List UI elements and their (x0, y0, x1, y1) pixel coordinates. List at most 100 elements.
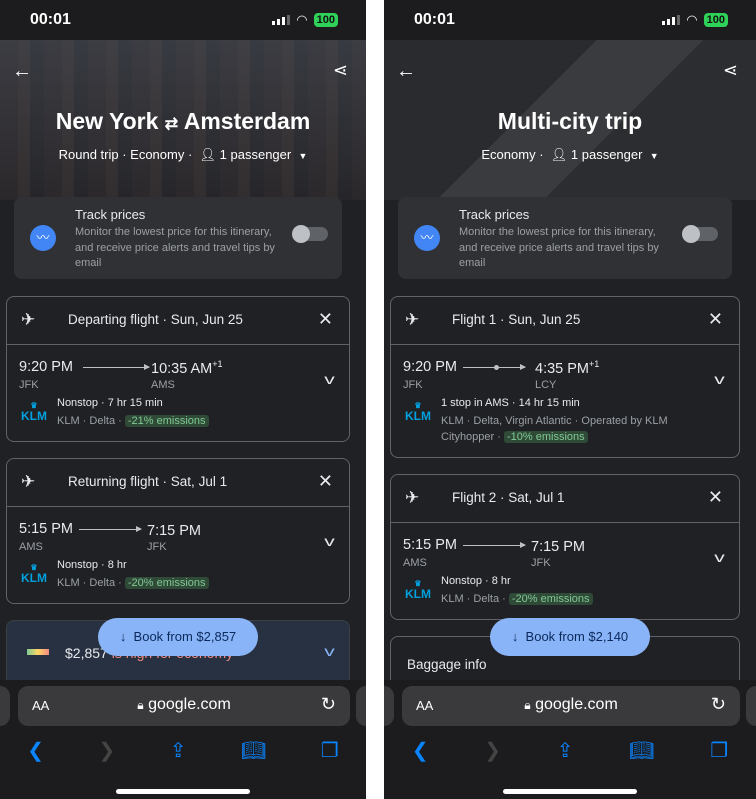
flight-arrow (83, 364, 150, 370)
chevron-down-icon[interactable]: v (714, 371, 725, 387)
arrival-time-text: 7:15 PM (147, 522, 201, 539)
cellular-signal-icon (272, 15, 291, 25)
chevron-down-icon[interactable]: v (324, 643, 335, 659)
trend-icon: 〰 (414, 225, 440, 251)
flight-card[interactable]: ✈ Flight 1 · Sun, Jun 25 ✕ 9:20 PM 4:35 … (390, 296, 740, 458)
departure-time: 9:20 PM (403, 359, 457, 375)
cabin-class[interactable]: Economy (130, 147, 184, 162)
status-bar: 00:01 ◠ 100 (0, 0, 366, 40)
back-icon[interactable]: ❮ (412, 738, 429, 763)
arrival-time: 4:35 PM+1 (535, 359, 599, 377)
close-icon[interactable]: ✕ (708, 487, 723, 508)
chevron-down-icon[interactable]: v (714, 549, 725, 565)
departure-time: 5:15 PM (403, 537, 457, 553)
url-domain: google.com (148, 696, 231, 713)
trip-options[interactable]: Round trip · Economy · 👤︎ 1 passenger ▼ (0, 147, 366, 163)
arrival-airport: LCY (535, 379, 557, 391)
page-title: Multi-city trip (384, 108, 756, 135)
track-prices-title: Track prices (459, 207, 530, 222)
share-icon[interactable]: ⋖ (723, 60, 738, 81)
klm-logo: ♛ KLM (21, 401, 47, 423)
landing-plane-icon: ✈ (21, 472, 36, 491)
cellular-signal-icon (662, 15, 681, 25)
battery-indicator: 100 (313, 13, 338, 27)
track-prices-card: 〰 Track prices Monitor the lowest price … (14, 197, 342, 279)
flight-card[interactable]: ✈ Returning flight · Sat, Jul 1 ✕ 5:15 P… (6, 458, 350, 604)
arrival-time-text: 4:35 PM (535, 360, 589, 377)
airlines: KLM · Delta · (57, 577, 125, 589)
tabs-icon[interactable]: ❐ (710, 738, 728, 763)
trip-options[interactable]: Economy · 👤︎ 1 passenger ▼ (384, 147, 756, 163)
arrival-time: 7:15 PM (147, 521, 201, 539)
klm-logo: ♛ KLM (21, 563, 47, 585)
arrival-airport: AMS (151, 379, 175, 391)
flight-arrow (463, 542, 526, 548)
chevron-down-icon[interactable]: v (324, 371, 335, 387)
track-prices-toggle[interactable] (292, 225, 328, 243)
book-button[interactable]: ↓ Book from $2,140 (490, 618, 650, 656)
adjacent-tab[interactable] (356, 686, 366, 726)
status-bar: 00:01 ◠ 100 (384, 0, 756, 40)
hero-banner: ← ⋖ Multi-city trip Economy · 👤︎ 1 passe… (384, 40, 756, 200)
plus-day: +1 (589, 359, 600, 369)
back-icon[interactable]: ❮ (27, 738, 44, 763)
dropdown-icon[interactable]: ▼ (298, 151, 307, 161)
close-icon[interactable]: ✕ (708, 309, 723, 330)
back-arrow-icon[interactable]: ← (396, 60, 416, 83)
share-icon[interactable]: ⇪ (170, 738, 187, 763)
passenger-count[interactable]: 1 passenger (571, 147, 643, 162)
reload-icon[interactable]: ↻ (321, 694, 336, 715)
share-icon[interactable]: ⇪ (557, 738, 574, 763)
bookmarks-icon[interactable]: 📖︎ (629, 738, 654, 763)
dropdown-icon[interactable]: ▼ (650, 151, 659, 161)
track-prices-title: Track prices (75, 207, 146, 222)
takeoff-plane-icon: ✈ (405, 310, 420, 329)
forward-icon[interactable]: ❯ (98, 738, 115, 763)
departure-airport: AMS (403, 557, 427, 569)
browser-toolbar: AA 🔒︎ google.com ↻ ❮ ❯ ⇪ 📖︎ ❐ (0, 680, 366, 799)
close-icon[interactable]: ✕ (318, 471, 333, 492)
trip-type[interactable]: Round trip (59, 147, 119, 162)
passenger-count[interactable]: 1 passenger (220, 147, 292, 162)
tabs-icon[interactable]: ❐ (321, 738, 339, 763)
browser-nav: ❮ ❯ ⇪ 📖︎ ❐ (384, 738, 756, 763)
track-prices-toggle[interactable] (682, 225, 718, 243)
adjacent-tab[interactable] (0, 686, 10, 726)
flight-header: Flight 2 · Sat, Jul 1 (452, 490, 565, 505)
emissions-badge: -21% emissions (124, 415, 209, 427)
book-label: Book from $2,140 (525, 629, 629, 644)
reload-icon[interactable]: ↻ (711, 694, 726, 715)
takeoff-plane-icon: ✈ (21, 310, 36, 329)
back-arrow-icon[interactable]: ← (12, 60, 32, 83)
person-icon: 👤︎ (550, 147, 568, 162)
emissions-badge: -20% emissions (124, 577, 209, 589)
book-button[interactable]: ↓ Book from $2,857 (98, 618, 258, 656)
adjacent-tab[interactable] (384, 686, 394, 726)
trend-icon: 〰 (30, 225, 56, 251)
status-time: 00:01 (414, 11, 455, 28)
cabin-class[interactable]: Economy (481, 147, 535, 162)
klm-logo: ♛ KLM (405, 401, 431, 423)
browser-toolbar: AA 🔒︎ google.com ↻ ❮ ❯ ⇪ 📖︎ ❐ (384, 680, 756, 799)
hero-banner: ← ⋖ New York ⇄ Amsterdam Round trip · Ec… (0, 40, 366, 200)
home-indicator (503, 789, 637, 794)
flight-card[interactable]: ✈ Flight 2 · Sat, Jul 1 ✕ 5:15 PM 7:15 P… (390, 474, 740, 620)
forward-icon[interactable]: ❯ (484, 738, 501, 763)
bookmarks-icon[interactable]: 📖︎ (241, 738, 266, 763)
close-icon[interactable]: ✕ (318, 309, 333, 330)
share-icon[interactable]: ⋖ (333, 60, 348, 81)
flight-header: Departing flight · Sun, Jun 25 (68, 312, 243, 327)
destination-city: Amsterdam (183, 108, 311, 134)
address-bar[interactable]: AA 🔒︎ google.com ↻ (402, 686, 740, 726)
flight-arrow (463, 364, 526, 370)
arrow-down-icon: ↓ (119, 629, 127, 644)
chevron-down-icon[interactable]: v (324, 533, 335, 549)
address-bar[interactable]: AA 🔒︎ google.com ↻ (18, 686, 350, 726)
arrival-airport: JFK (531, 557, 551, 569)
plus-day: +1 (212, 359, 223, 369)
arrival-time-text: 10:35 AM (151, 360, 213, 377)
adjacent-tab[interactable] (746, 686, 756, 726)
flight-card[interactable]: ✈ Departing flight · Sun, Jun 25 ✕ 9:20 … (6, 296, 350, 442)
browser-nav: ❮ ❯ ⇪ 📖︎ ❐ (0, 738, 366, 763)
lock-icon: 🔒︎ (524, 698, 531, 712)
